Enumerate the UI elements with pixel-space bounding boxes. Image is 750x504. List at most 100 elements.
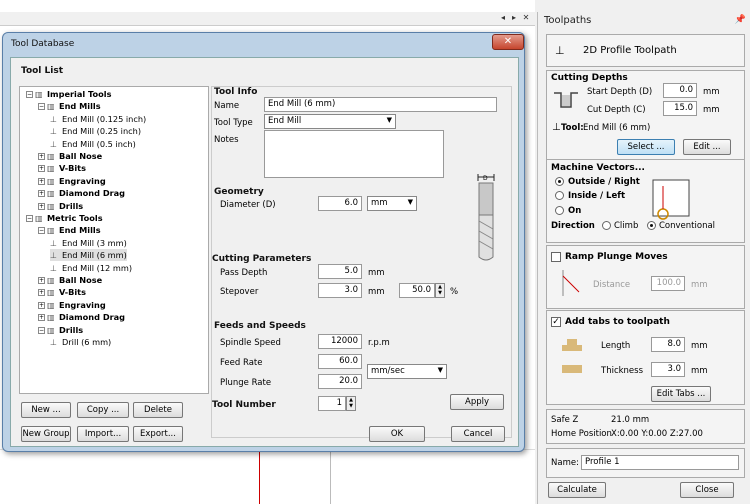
tree-item[interactable]: ⊥ End Mill (3 mm) xyxy=(50,237,127,249)
tree-item[interactable]: + ▥ V-Bits xyxy=(38,286,86,298)
tree-item[interactable]: + ▥ V-Bits xyxy=(38,162,86,174)
stepover-percent-input[interactable]: 50.0 xyxy=(399,283,435,298)
expand-icon[interactable]: + xyxy=(38,277,45,284)
tree-item-label: Diamond Drag xyxy=(59,312,126,323)
expand-icon[interactable]: + xyxy=(38,289,45,297)
close-icon[interactable]: ✕ xyxy=(492,34,524,50)
expand-icon[interactable]: + xyxy=(38,314,45,322)
tree-item[interactable]: − ▥ End Mills xyxy=(38,224,101,236)
tree-item[interactable]: ⊥ End Mill (0.25 inch) xyxy=(50,125,141,137)
name-label: Name: xyxy=(551,458,579,468)
copy-button[interactable]: Copy ... xyxy=(77,402,129,418)
tree-item[interactable]: + ▥ Ball Nose xyxy=(38,150,102,162)
expand-icon[interactable]: + xyxy=(38,190,45,198)
collapse-icon[interactable]: − xyxy=(26,91,33,98)
cancel-button[interactable]: Cancel xyxy=(451,426,505,442)
select-tool-button[interactable]: Select ... xyxy=(617,139,675,155)
pin-icon[interactable]: 📌 xyxy=(735,15,746,25)
expand-icon[interactable]: + xyxy=(38,177,45,185)
tool-icon: ⊥ xyxy=(50,263,57,273)
tree-item[interactable]: + ▥ Ball Nose xyxy=(38,274,102,286)
start-depth-input[interactable]: 0.0 xyxy=(663,83,697,98)
scroll-left-icon[interactable]: ◂ xyxy=(498,13,508,23)
rate-unit-select[interactable]: mm/sec ▼ xyxy=(367,364,447,379)
tab-length-icon xyxy=(562,339,582,351)
thickness-label: Thickness xyxy=(601,366,644,376)
tool-number-label: Tool Number xyxy=(212,400,276,410)
tree-item[interactable]: ⊥ End Mill (6 mm) xyxy=(50,249,127,262)
calculate-button[interactable]: Calculate xyxy=(548,482,606,498)
new-button[interactable]: New ... xyxy=(21,402,71,418)
diameter-input[interactable]: 6.0 xyxy=(318,196,362,211)
pass-depth-input[interactable]: 5.0 xyxy=(318,264,362,279)
tree-item-label: Diamond Drag xyxy=(59,188,126,199)
length-input[interactable]: 8.0 xyxy=(651,337,685,352)
tool-type-select[interactable]: End Mill ▼ xyxy=(264,114,396,129)
tree-item[interactable]: ⊥ Drill (6 mm) xyxy=(50,336,111,348)
d-label: D xyxy=(483,175,488,182)
machine-vectors-title: Machine Vectors... xyxy=(551,163,645,173)
spindle-speed-input[interactable]: 12000 xyxy=(318,334,362,349)
tool-number-spinner[interactable]: ▲ ▼ xyxy=(346,396,356,411)
close-button[interactable]: Close xyxy=(680,482,734,498)
tool-icon: ⊥ xyxy=(50,139,57,149)
climb-radio[interactable] xyxy=(602,221,611,230)
tree-item-label: End Mill (12 mm) xyxy=(62,262,133,273)
tree-item-label: Drills xyxy=(59,324,84,335)
export-button[interactable]: Export... xyxy=(133,426,183,442)
tree-item[interactable]: + ▥ Engraving xyxy=(38,299,106,311)
notes-textarea[interactable] xyxy=(264,130,444,178)
tree-item[interactable]: − ▥ Drills xyxy=(38,324,83,336)
close-icon[interactable]: ✕ xyxy=(521,13,531,23)
on-radio[interactable] xyxy=(555,206,564,215)
expand-icon[interactable]: + xyxy=(38,153,45,160)
tree-item[interactable]: − ▥ Imperial Tools xyxy=(26,88,111,100)
cut-depth-input[interactable]: 15.0 xyxy=(663,101,697,116)
tree-item[interactable]: − ▥ End Mills xyxy=(38,100,101,112)
name-input[interactable]: Profile 1 xyxy=(581,455,739,470)
edit-tabs-button[interactable]: Edit Tabs ... xyxy=(651,386,711,402)
tool-group-icon: ▥ xyxy=(47,300,55,310)
tree-item[interactable]: ⊥ End Mill (0.125 inch) xyxy=(50,113,146,125)
tree-item[interactable]: + ▥ Engraving xyxy=(38,175,106,187)
tree-item[interactable]: + ▥ Diamond Drag xyxy=(38,187,125,199)
distance-input[interactable]: 100.0 xyxy=(651,276,685,291)
inside-left-radio[interactable] xyxy=(555,191,564,200)
collapse-icon[interactable]: − xyxy=(38,103,45,111)
tool-name-input[interactable]: End Mill (6 mm) xyxy=(264,97,497,112)
feed-rate-input[interactable]: 60.0 xyxy=(318,354,362,369)
expand-icon[interactable]: + xyxy=(38,301,45,309)
ramp-checkbox[interactable] xyxy=(551,252,561,262)
collapse-icon[interactable]: − xyxy=(38,326,45,334)
new-group-button[interactable]: New Group xyxy=(21,426,71,442)
tree-item[interactable]: − ▥ Metric Tools xyxy=(26,212,103,224)
panel-title: Toolpaths xyxy=(544,15,592,26)
collapse-icon[interactable]: − xyxy=(38,227,45,235)
stepover-input[interactable]: 3.0 xyxy=(318,283,362,298)
apply-button[interactable]: Apply xyxy=(450,394,504,410)
scroll-right-icon[interactable]: ▸ xyxy=(509,13,519,23)
edit-tool-button[interactable]: Edit ... xyxy=(683,139,731,155)
stepover-spinner[interactable]: ▲ ▼ xyxy=(435,283,445,298)
tool-number-input[interactable]: 1 xyxy=(318,396,346,411)
plunge-rate-input[interactable]: 20.0 xyxy=(318,374,362,389)
outside-right-radio[interactable] xyxy=(555,177,564,186)
tree-item[interactable]: ⊥ End Mill (12 mm) xyxy=(50,262,132,274)
depth-diagram-icon xyxy=(554,92,578,108)
expand-icon[interactable]: + xyxy=(38,202,45,210)
import-button[interactable]: Import... xyxy=(77,426,129,442)
tree-item[interactable]: + ▥ Diamond Drag xyxy=(38,311,125,323)
tree-item-label: Ball Nose xyxy=(59,275,103,285)
diameter-unit-select[interactable]: mm ▼ xyxy=(367,196,417,211)
expand-icon[interactable]: + xyxy=(38,165,45,173)
tree-item[interactable]: ⊥ End Mill (0.5 inch) xyxy=(50,138,136,150)
tool-tree[interactable]: − ▥ Imperial Tools − ▥ End Mills ⊥ End Mill (0.… xyxy=(19,86,209,394)
delete-button[interactable]: Delete xyxy=(133,402,183,418)
thickness-input[interactable]: 3.0 xyxy=(651,362,685,377)
chevron-down-icon: ▼ xyxy=(437,366,443,374)
conventional-radio[interactable] xyxy=(647,221,656,230)
collapse-icon[interactable]: − xyxy=(26,215,33,222)
tabs-checkbox[interactable]: ✓ xyxy=(551,317,561,327)
ok-button[interactable]: OK xyxy=(369,426,425,442)
tree-item[interactable]: + ▥ Drills xyxy=(38,200,83,212)
